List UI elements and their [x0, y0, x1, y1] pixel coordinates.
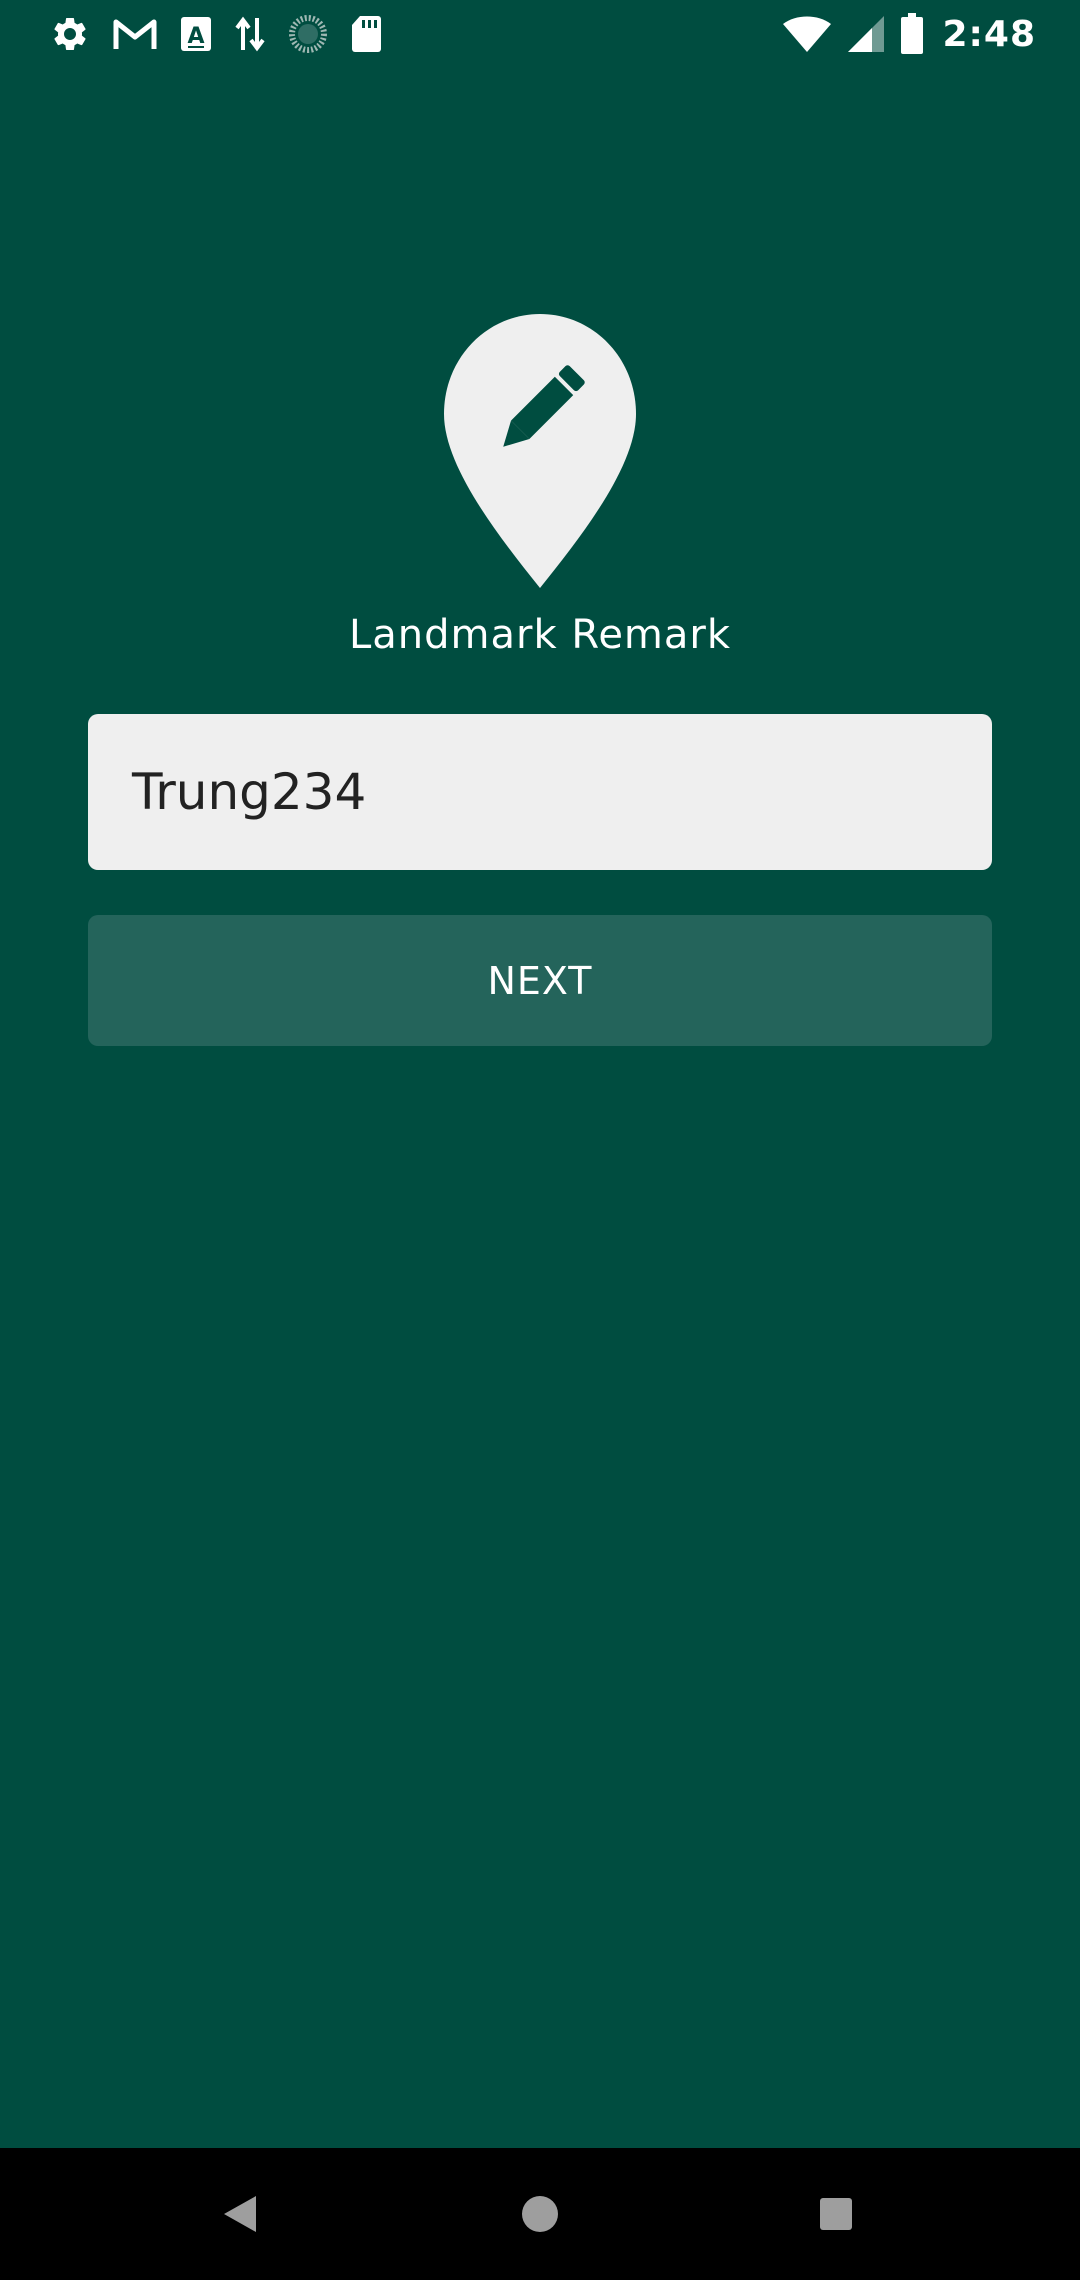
back-icon[interactable]: [210, 2184, 270, 2244]
username-input-value: Trung234: [132, 763, 367, 821]
sync-icon: [288, 12, 328, 56]
status-notification-icons: A: [50, 12, 404, 56]
username-input[interactable]: Trung234: [88, 714, 992, 870]
text-a-icon: A: [180, 12, 212, 56]
home-icon[interactable]: [510, 2184, 570, 2244]
status-system-icons: 2:48: [768, 12, 1036, 56]
app-title: Landmark Remark: [348, 612, 732, 658]
map-pin-pencil-icon: [440, 310, 640, 590]
settings-icon: [50, 12, 90, 56]
next-button-label: NEXT: [487, 958, 593, 1003]
sd-card-icon: [350, 12, 382, 56]
navigation-bar: [0, 2148, 1080, 2280]
data-transfer-icon: [234, 12, 266, 56]
gmail-icon: [112, 12, 158, 56]
battery-icon: [900, 13, 924, 55]
status-bar: A 2:48: [0, 0, 1080, 66]
cellular-signal-icon: [846, 14, 886, 54]
svg-text:A: A: [187, 24, 204, 49]
recents-icon[interactable]: [806, 2184, 866, 2244]
next-button[interactable]: NEXT: [88, 915, 992, 1046]
clock: 2:48: [942, 13, 1036, 55]
wifi-icon: [782, 14, 832, 54]
